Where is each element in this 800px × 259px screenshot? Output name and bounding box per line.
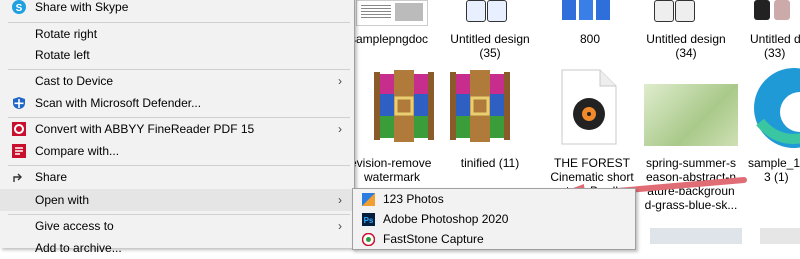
file-label: sample_12 — [748, 156, 800, 170]
file-sample-12[interactable]: sample_12 3 (1) — [748, 156, 800, 184]
submenu-item-label: 123 Photos — [383, 192, 444, 206]
file-label: tinified (11) — [460, 156, 520, 170]
thumb-800[interactable] — [558, 0, 614, 24]
file-800[interactable]: 800 — [540, 32, 640, 46]
file-label: Untitled de — [750, 32, 800, 46]
winrar-archive-icon[interactable] — [448, 68, 512, 144]
file-label: Untitled design — [646, 32, 726, 46]
open-with-submenu: 123 Photos Ps Adobe Photoshop 2020 FastS… — [352, 188, 636, 250]
menu-item-cast-to-device[interactable]: Cast to Device › — [0, 70, 352, 92]
submenu-arrow-icon: › — [338, 122, 342, 136]
abbyy-icon — [12, 122, 26, 136]
menu-item-give-access-to[interactable]: Give access to › — [0, 215, 352, 237]
menu-item-label: Cast to Device — [35, 74, 114, 88]
menu-item-convert-abbyy[interactable]: Convert with ABBYY FineReader PDF 15 › — [0, 118, 352, 140]
media-file-icon[interactable] — [560, 68, 618, 146]
file-label: Untitled design — [450, 32, 530, 46]
menu-item-label: Scan with Microsoft Defender... — [35, 96, 202, 110]
menu-item-label: Compare with... — [35, 144, 120, 158]
winrar-archive-icon[interactable] — [372, 68, 436, 144]
defender-shield-icon — [13, 97, 25, 109]
thumb-bottom-3[interactable] — [760, 228, 800, 244]
file-samplepngdoc[interactable]: samplepngdoc — [350, 32, 440, 46]
menu-item-label: Give access to — [35, 219, 114, 233]
photoshop-icon: Ps — [362, 213, 375, 226]
menu-item-scan-with-defender[interactable]: Scan with Microsoft Defender... — [0, 92, 352, 114]
file-tinified-11[interactable]: tinified (11) — [440, 156, 540, 170]
file-revision-remove-watermark[interactable]: evision-remove watermark — [350, 156, 440, 184]
file-label: evision-remove — [350, 156, 432, 170]
edge-browser-icon[interactable] — [750, 66, 800, 152]
menu-item-open-with[interactable]: Open with › — [0, 189, 352, 211]
file-untitled-design-33[interactable]: Untitled de (33) — [750, 32, 800, 60]
thumb-spring-summer[interactable] — [644, 84, 738, 146]
submenu-item-123-photos[interactable]: 123 Photos — [353, 189, 635, 210]
file-label-line2: (33) — [764, 46, 786, 60]
submenu-item-faststone-capture[interactable]: FastStone Capture — [353, 229, 635, 250]
file-label: 800 — [579, 32, 601, 46]
menu-item-label: Add to archive... — [35, 241, 122, 255]
file-label-line2: 3 (1) — [764, 170, 789, 184]
submenu-arrow-icon: › — [338, 219, 342, 233]
menu-item-rotate-right[interactable]: Rotate right — [0, 23, 352, 45]
share-icon — [13, 173, 22, 182]
menu-item-compare-with[interactable]: Compare with... — [0, 140, 352, 162]
svg-text:Ps: Ps — [364, 216, 374, 225]
faststone-icon — [362, 233, 375, 246]
submenu-item-adobe-photoshop[interactable]: Ps Adobe Photoshop 2020 — [353, 209, 635, 230]
photos-app-icon — [362, 193, 375, 206]
file-untitled-design-34[interactable]: Untitled design (34) — [636, 32, 736, 60]
svg-text:S: S — [16, 3, 23, 14]
submenu-arrow-icon: › — [338, 74, 342, 88]
skype-icon: S — [12, 0, 26, 14]
menu-item-label: Open with — [35, 193, 90, 207]
thumb-untitled-34[interactable] — [652, 0, 696, 22]
menu-item-add-to-archive[interactable]: Add to archive... — [0, 237, 352, 259]
menu-item-share[interactable]: Share — [0, 166, 352, 188]
menu-item-label: Share with Skype — [35, 0, 129, 14]
submenu-item-label: FastStone Capture — [383, 232, 484, 246]
context-menu: S Share with Skype Rotate right Rotate l… — [0, 0, 355, 255]
submenu-arrow-icon: › — [338, 193, 342, 207]
file-label-line2: watermark — [364, 170, 421, 184]
file-label-line2: (34) — [675, 46, 697, 60]
menu-item-label: Rotate right — [35, 27, 98, 41]
file-untitled-design-35[interactable]: Untitled design (35) — [440, 32, 540, 60]
menu-item-label: Rotate left — [35, 48, 90, 62]
file-label-line2: (35) — [479, 46, 501, 60]
thumb-untitled-35[interactable] — [464, 0, 508, 22]
compare-icon — [12, 144, 26, 158]
menu-item-label: Convert with ABBYY FineReader PDF 15 — [35, 122, 255, 136]
menu-item-share-with-skype[interactable]: S Share with Skype — [0, 0, 352, 18]
thumb-untitled-33[interactable] — [752, 0, 800, 22]
menu-item-label: Share — [35, 170, 68, 184]
submenu-item-label: Adobe Photoshop 2020 — [383, 212, 509, 226]
thumb-bottom-2[interactable] — [650, 228, 742, 244]
file-label: samplepngdoc — [350, 32, 429, 46]
file-label: spring-summer-s — [645, 156, 736, 170]
file-label: THE FOREST — [553, 156, 630, 170]
thumb-samplepngdoc[interactable] — [356, 0, 428, 26]
menu-item-rotate-left[interactable]: Rotate left — [0, 44, 352, 66]
